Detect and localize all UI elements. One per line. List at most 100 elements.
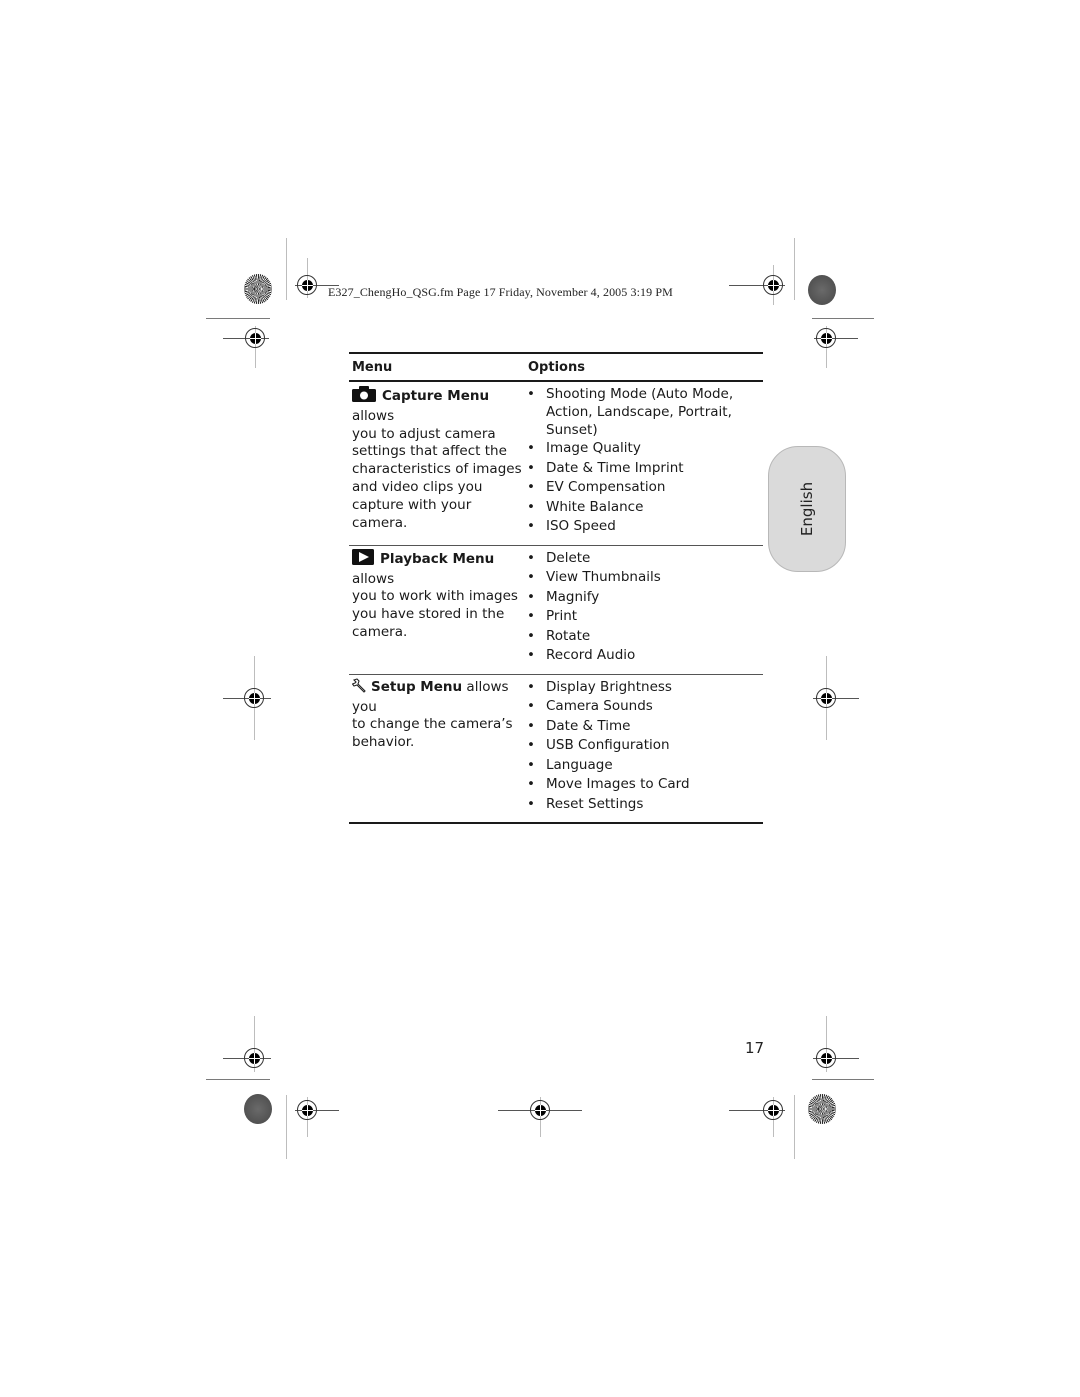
bullet-icon: • xyxy=(527,440,535,457)
bullet-icon: • xyxy=(527,627,535,644)
list-item: • USB Configuration xyxy=(525,736,763,756)
table-row: Setup Menu allows you to change the came… xyxy=(349,675,763,823)
bullet-icon: • xyxy=(527,386,535,402)
menu-description: Capture Menu allows you to adjust camera… xyxy=(349,386,525,537)
option-label: ISO Speed xyxy=(546,518,616,535)
crop-line xyxy=(206,1079,270,1080)
starburst-mark xyxy=(808,1094,836,1124)
gray-balance-mark xyxy=(808,275,836,305)
description-text: camera. xyxy=(352,624,408,641)
table-bottom-rule xyxy=(349,822,763,825)
list-item: • Move Images to Card xyxy=(525,775,763,795)
options-list: • Delete • View Thumbnails • Magnify • Print… xyxy=(525,549,763,666)
description-text: and video clips you xyxy=(352,478,483,495)
list-item: • Rotate xyxy=(525,627,763,647)
option-label: Delete xyxy=(546,549,591,566)
option-label: Record Audio xyxy=(546,647,636,664)
list-item: • Magnify xyxy=(525,588,763,608)
list-item: • Shooting Mode (Auto Mode, Action, Lands… xyxy=(525,386,763,439)
bullet-icon: • xyxy=(527,608,535,625)
list-item: • Date & Time Imprint xyxy=(525,459,763,479)
bullet-icon: • xyxy=(527,776,535,793)
gray-balance-mark xyxy=(244,1094,272,1124)
bullet-icon: • xyxy=(527,479,535,496)
description-text: settings that affect the xyxy=(352,443,507,460)
wrench-icon xyxy=(351,678,367,699)
starburst-mark xyxy=(244,274,272,304)
table-row: Playback Menu allows you to work with im… xyxy=(349,546,763,674)
list-item: • Display Brightness xyxy=(525,678,763,698)
option-label: Camera Sounds xyxy=(546,698,653,715)
list-item: • Print xyxy=(525,607,763,627)
option-label: Shooting Mode (Auto Mode, Action, Landsc… xyxy=(546,386,734,438)
list-item: • Record Audio xyxy=(525,646,763,666)
option-label: Display Brightness xyxy=(546,678,672,695)
list-item: • Image Quality xyxy=(525,439,763,459)
option-label: Move Images to Card xyxy=(546,776,690,793)
bullet-icon: • xyxy=(527,549,535,566)
table-row: Capture Menu allows you to adjust camera… xyxy=(349,382,763,545)
menu-name: Setup Menu xyxy=(371,678,463,695)
menu-options-table: Menu Options Capture Menu allows you to … xyxy=(349,352,763,825)
option-label: Reset Settings xyxy=(546,795,644,812)
option-label: Date & Time xyxy=(546,717,631,734)
file-info-header: E327_ChengHo_QSG.fm Page 17 Friday, Nove… xyxy=(328,285,673,299)
options-list: • Shooting Mode (Auto Mode, Action, Lands… xyxy=(525,386,763,537)
description-text: allows xyxy=(352,407,395,424)
column-header-options: Options xyxy=(528,359,585,375)
language-tab-label: English xyxy=(798,481,816,537)
description-text: allows xyxy=(352,570,395,587)
option-label: Image Quality xyxy=(546,440,641,457)
options-list: • Display Brightness • Camera Sounds • Date… xyxy=(525,678,763,815)
menu-description: Playback Menu allows you to work with im… xyxy=(349,548,525,666)
bullet-icon: • xyxy=(527,698,535,715)
table-header: Menu Options xyxy=(349,354,763,380)
menu-name: Capture Menu xyxy=(382,388,490,404)
crop-line xyxy=(794,238,795,300)
bullet-icon: • xyxy=(527,459,535,476)
option-label: Date & Time Imprint xyxy=(546,459,684,476)
menu-name: Playback Menu xyxy=(380,550,495,567)
description-text: behavior. xyxy=(352,734,415,751)
option-label: View Thumbnails xyxy=(546,569,661,586)
menu-description: Setup Menu allows you to change the came… xyxy=(349,678,525,815)
bullet-icon: • xyxy=(527,647,535,664)
option-label: White Balance xyxy=(546,498,644,515)
bullet-icon: • xyxy=(527,795,535,812)
option-label: EV Compensation xyxy=(546,479,666,496)
crop-line xyxy=(206,318,270,319)
list-item: • Language xyxy=(525,756,763,776)
crop-line xyxy=(812,1079,874,1080)
bullet-icon: • xyxy=(527,717,535,734)
list-item: • Reset Settings xyxy=(525,795,763,815)
bullet-icon: • xyxy=(527,569,535,586)
list-item: • Delete xyxy=(525,549,763,569)
bullet-icon: • xyxy=(527,678,535,695)
crop-line xyxy=(286,1095,287,1159)
bullet-icon: • xyxy=(527,756,535,773)
description-text: you to work with images xyxy=(352,588,518,605)
list-item: • EV Compensation xyxy=(525,478,763,498)
option-label: Magnify xyxy=(546,588,600,605)
description-text: you to adjust camera xyxy=(352,425,496,442)
description-text: characteristics of images xyxy=(352,461,522,478)
description-text: you have stored in the xyxy=(352,606,505,623)
playback-icon xyxy=(352,548,374,571)
camera-icon xyxy=(352,386,376,408)
page-number: 17 xyxy=(745,1039,765,1057)
list-item: • View Thumbnails xyxy=(525,568,763,588)
description-text: capture with your camera. xyxy=(352,496,472,531)
bullet-icon: • xyxy=(527,498,535,515)
bullet-icon: • xyxy=(527,518,535,535)
description-text: to change the camera’s xyxy=(352,716,513,733)
crop-line xyxy=(812,318,874,319)
option-label: USB Configuration xyxy=(546,737,670,754)
bullet-icon: • xyxy=(527,588,535,605)
bullet-icon: • xyxy=(527,737,535,754)
list-item: • Camera Sounds xyxy=(525,697,763,717)
language-tab: English xyxy=(768,446,846,572)
column-header-menu: Menu xyxy=(352,359,393,375)
option-label: Print xyxy=(546,608,578,625)
list-item: • White Balance xyxy=(525,498,763,518)
list-item: • Date & Time xyxy=(525,717,763,737)
